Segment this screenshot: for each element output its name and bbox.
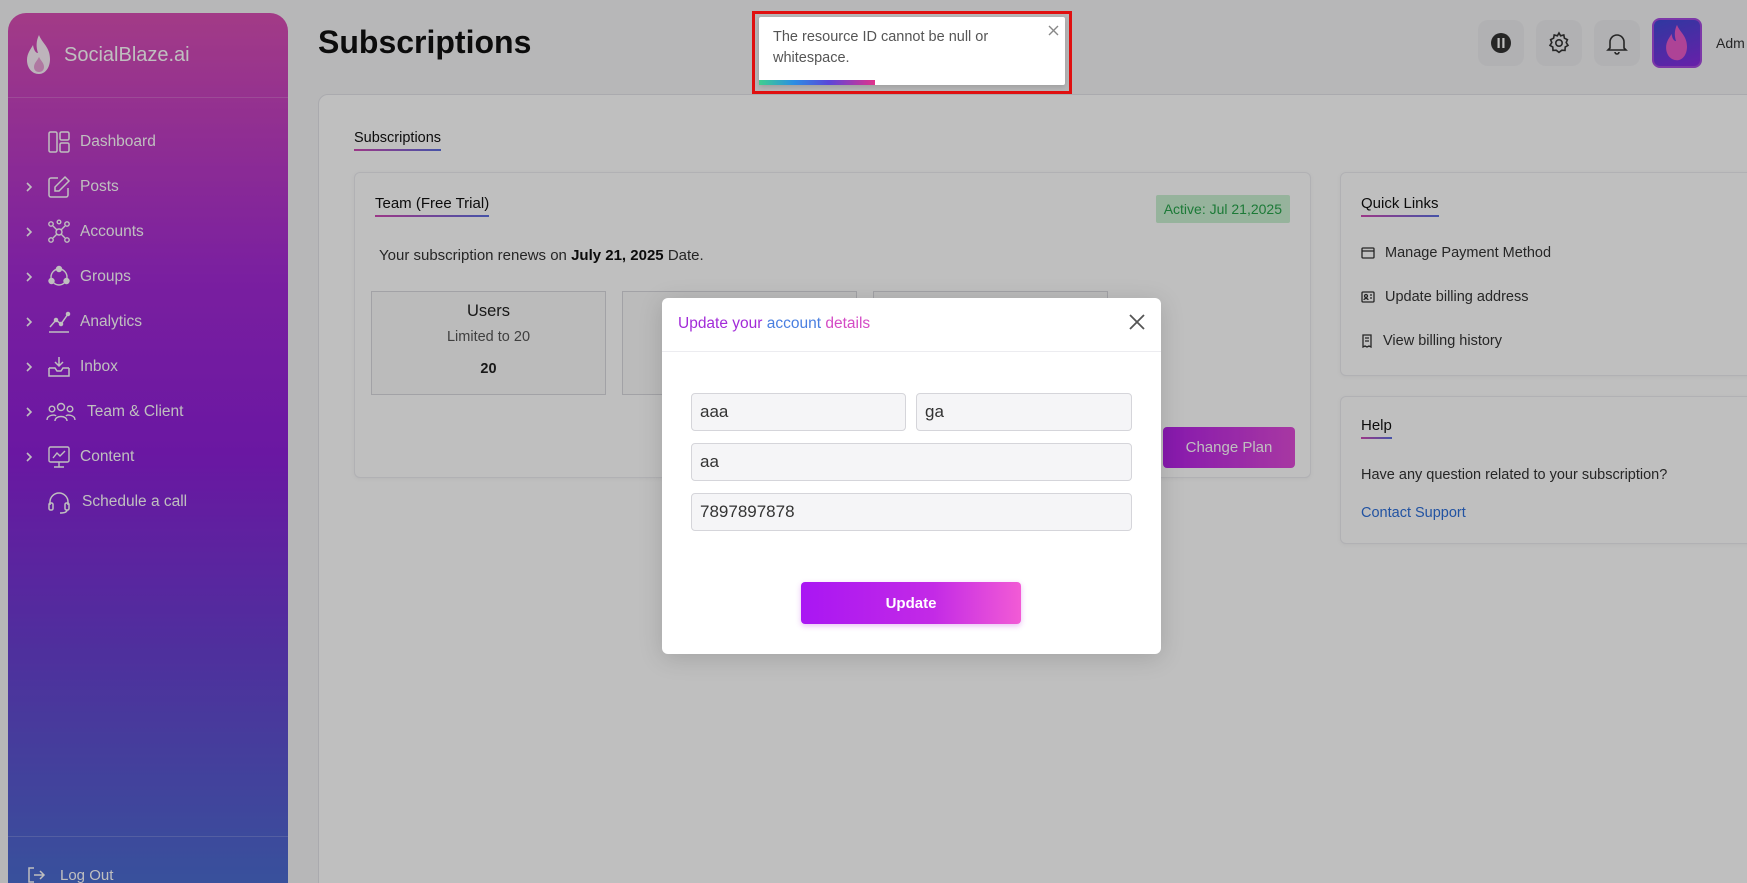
close-icon bbox=[1129, 314, 1145, 330]
update-button[interactable]: Update bbox=[801, 582, 1021, 624]
toast-close-button[interactable] bbox=[1048, 23, 1059, 41]
modal-title-part3: details bbox=[825, 315, 871, 332]
error-toast: The resource ID cannot be null or whites… bbox=[759, 17, 1065, 85]
modal-close-button[interactable] bbox=[1123, 308, 1151, 336]
first-name-field[interactable] bbox=[691, 393, 906, 431]
company-field[interactable] bbox=[691, 443, 1132, 481]
toast-message: The resource ID cannot be null or whites… bbox=[773, 29, 989, 66]
modal-title: Update your account details bbox=[678, 315, 870, 333]
modal-title-part2: account bbox=[766, 315, 822, 332]
modal-title-part1: Update your bbox=[678, 315, 763, 332]
update-account-modal: Update your account details Update bbox=[662, 298, 1161, 654]
toast-highlight-frame: The resource ID cannot be null or whites… bbox=[752, 11, 1072, 94]
toast-progress-bar bbox=[759, 80, 876, 85]
phone-field[interactable] bbox=[691, 493, 1132, 531]
modal-header: Update your account details bbox=[662, 298, 1161, 352]
close-icon bbox=[1048, 25, 1059, 36]
last-name-field[interactable] bbox=[916, 393, 1132, 431]
